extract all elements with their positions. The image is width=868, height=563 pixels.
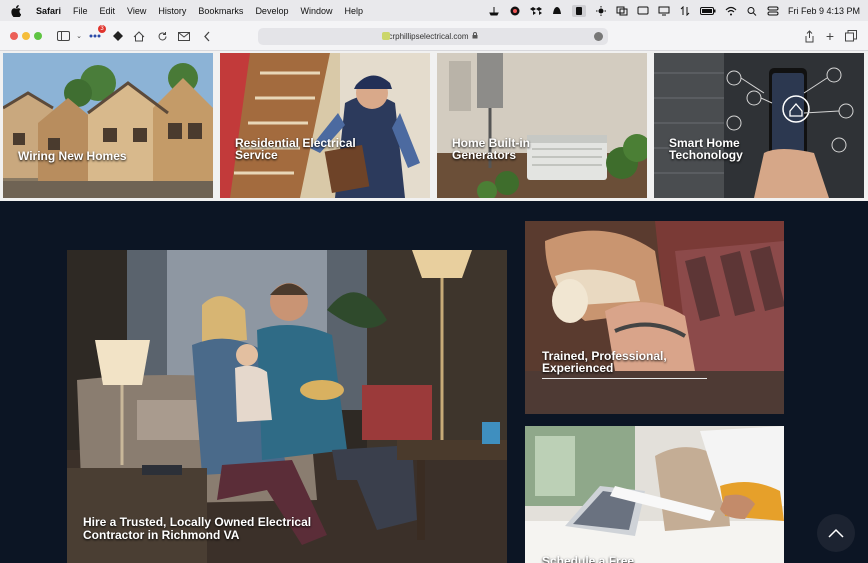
card-caption: Trained, Professional, Experienced [542, 349, 667, 375]
status-area: Fri Feb 9 4:13 PM [488, 0, 860, 21]
home-icon[interactable] [132, 29, 146, 43]
menu-edit[interactable]: Edit [94, 6, 122, 16]
weather-icon[interactable] [488, 6, 500, 16]
trained-professional-card[interactable]: Trained, Professional, Experienced [525, 221, 784, 414]
menu-window[interactable]: Window [294, 6, 338, 16]
menu-history[interactable]: History [152, 6, 192, 16]
mail-icon[interactable] [177, 29, 191, 43]
reader-icon[interactable] [594, 32, 603, 41]
browser-toolbar: ⌄ 3 crphillipselectrical.com + [0, 21, 868, 51]
menu-bar: Safari File Edit View History Bookmarks … [0, 0, 868, 21]
service-tile-smart-home[interactable]: Smart Home Techonology [654, 53, 864, 198]
services-strip: Wiring New Homes Residential Electrical S… [0, 51, 868, 201]
generator-photo [437, 53, 647, 198]
url-text: crphillipselectrical.com [388, 32, 469, 41]
address-bar[interactable]: crphillipselectrical.com [258, 28, 608, 45]
menu-develop[interactable]: Develop [249, 6, 294, 16]
close-window-button[interactable] [10, 32, 18, 40]
site-favicon [382, 32, 390, 40]
service-tile-wiring[interactable]: Wiring New Homes [3, 53, 213, 198]
sidebar-icon[interactable] [56, 29, 70, 43]
schedule-card[interactable]: Schedule a Free [525, 426, 784, 563]
control-center-icon[interactable] [767, 6, 779, 16]
notification-badge: 3 [98, 25, 106, 33]
scroll-to-top-button[interactable] [817, 514, 855, 552]
caption-underline [542, 378, 707, 379]
tab-overview-icon[interactable] [111, 29, 125, 43]
message-icon[interactable] [637, 6, 649, 16]
transfer-icon[interactable] [679, 5, 691, 16]
menu-bookmarks[interactable]: Bookmarks [192, 6, 249, 16]
bell-icon[interactable] [551, 6, 563, 16]
menu-help[interactable]: Help [338, 6, 369, 16]
search-icon[interactable] [746, 6, 758, 16]
electrician-working-photo [525, 221, 784, 414]
menu-view[interactable]: View [121, 6, 152, 16]
scroll-to-top-icon [828, 528, 844, 538]
chevron-down-icon[interactable]: ⌄ [72, 29, 86, 43]
service-label: Home Built-in Generators [452, 136, 530, 162]
menu-safari[interactable]: Safari [30, 6, 67, 16]
new-tab-icon[interactable]: + [823, 28, 837, 44]
service-label: Residential Electrical Service [235, 136, 356, 162]
electrician-photo [220, 53, 430, 198]
service-tile-generators[interactable]: Home Built-in Generators [437, 53, 647, 198]
battery-icon[interactable] [699, 6, 716, 16]
display-icon[interactable] [658, 6, 670, 16]
dropbox-icon[interactable] [529, 6, 542, 16]
back-icon[interactable] [200, 29, 214, 43]
app-b-icon[interactable] [571, 4, 586, 17]
reload-icon[interactable] [155, 29, 169, 43]
hero-image[interactable]: Hire a Trusted, Locally Owned Electrical… [67, 250, 507, 563]
record-icon[interactable] [509, 6, 521, 16]
tabs-icon[interactable] [844, 29, 858, 43]
hero-caption: Hire a Trusted, Locally Owned Electrical… [83, 515, 312, 542]
card-caption: Schedule a Free [542, 554, 635, 563]
lock-icon [472, 32, 478, 41]
share-icon[interactable] [802, 29, 816, 43]
wifi-icon[interactable] [725, 6, 737, 16]
windows-icon[interactable] [616, 6, 628, 16]
minimize-window-button[interactable] [22, 32, 30, 40]
new-homes-photo [3, 53, 213, 198]
apple-icon[interactable] [10, 4, 22, 17]
planning-photo [525, 426, 784, 563]
zoom-window-button[interactable] [34, 32, 42, 40]
service-label: Wiring New Homes [18, 149, 127, 163]
service-tile-residential[interactable]: Residential Electrical Service [220, 53, 430, 198]
menubar-clock[interactable]: Fri Feb 9 4:13 PM [788, 6, 860, 16]
smart-home-photo [654, 53, 864, 198]
service-label: Smart Home Techonology [669, 136, 743, 162]
menu-file[interactable]: File [67, 6, 94, 16]
brightness-icon[interactable] [595, 5, 607, 16]
